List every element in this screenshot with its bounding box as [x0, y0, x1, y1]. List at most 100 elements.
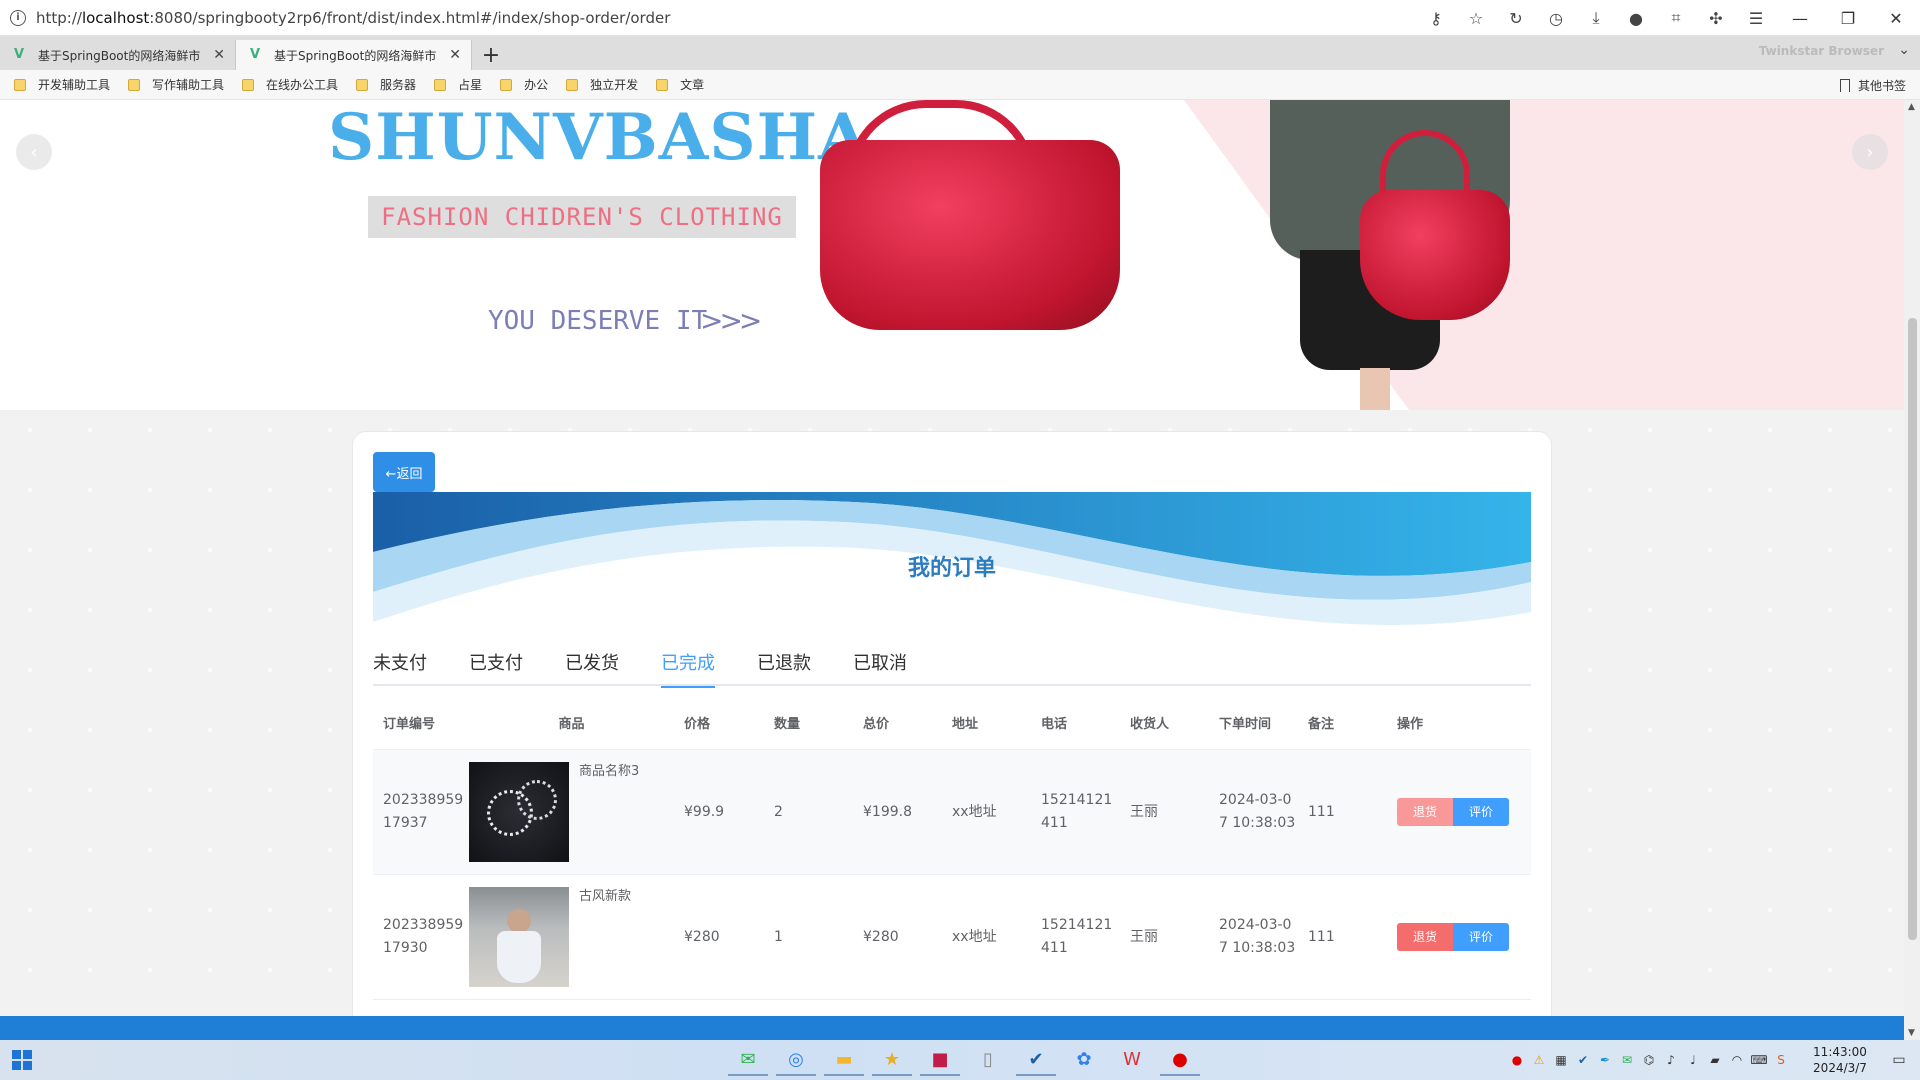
- bookmark-icon: [1839, 78, 1850, 92]
- site-info-icon[interactable]: i: [10, 9, 26, 26]
- handbag-image: [820, 140, 1120, 330]
- goods-image[interactable]: [469, 762, 569, 862]
- wps-icon[interactable]: W: [1112, 1044, 1152, 1076]
- tab-shipped[interactable]: 已发货: [565, 646, 619, 686]
- tab-unpaid[interactable]: 未支付: [373, 646, 427, 686]
- browser-tab-1[interactable]: V 基于SpringBoot的网络海鲜市 ✕: [0, 40, 236, 70]
- page-title: 我的订单: [907, 556, 996, 581]
- address: xx地址: [952, 803, 997, 820]
- scrollbar-thumb[interactable]: [1908, 318, 1917, 940]
- actions-cell: 退货 评价: [1387, 798, 1527, 826]
- scroll-down-icon[interactable]: ▼: [1908, 1028, 1915, 1038]
- carousel-prev-button[interactable]: ‹: [16, 134, 52, 170]
- crop-icon[interactable]: ⌗: [1656, 0, 1696, 36]
- twinkstar-icon[interactable]: ★: [872, 1044, 912, 1076]
- feather-tray-icon[interactable]: ✒: [1594, 1053, 1616, 1067]
- refund-button[interactable]: 退货: [1397, 923, 1453, 951]
- tab-close-icon[interactable]: ✕: [213, 47, 225, 63]
- title-banner: 我的订单: [373, 492, 1531, 640]
- ime-icon[interactable]: ⌨: [1748, 1053, 1770, 1067]
- folder-tray-icon[interactable]: ▰: [1704, 1053, 1726, 1067]
- wechat-tray-icon[interactable]: ✉: [1616, 1053, 1638, 1067]
- volume-icon[interactable]: ♪: [1660, 1053, 1682, 1067]
- refund-button[interactable]: 退货: [1397, 798, 1453, 826]
- record-icon[interactable]: ●: [1160, 1044, 1200, 1076]
- warning-tray-icon[interactable]: ⚠: [1528, 1053, 1550, 1067]
- bookmark-folder[interactable]: 开发辅助工具: [14, 76, 110, 93]
- vscode-icon[interactable]: ✔: [1016, 1044, 1056, 1076]
- download-icon[interactable]: ⤓: [1576, 0, 1616, 36]
- receiver: 王丽: [1130, 803, 1158, 820]
- col-total: 总价: [863, 717, 890, 732]
- sougou-icon[interactable]: S: [1770, 1053, 1792, 1067]
- folder-icon: [128, 78, 141, 91]
- bookmark-folder[interactable]: 文章: [656, 76, 704, 93]
- restore-icon[interactable]: ❐: [1824, 0, 1872, 36]
- col-receiver: 收货人: [1130, 717, 1170, 732]
- bookmark-folder[interactable]: 独立开发: [566, 76, 638, 93]
- actions-cell: 退货 评价: [1387, 923, 1527, 951]
- col-qty: 数量: [774, 717, 801, 732]
- taskbar-clock[interactable]: 11:43:00 2024/3/7: [1800, 1044, 1880, 1076]
- rate-button[interactable]: 评价: [1453, 923, 1509, 951]
- rate-button[interactable]: 评价: [1453, 798, 1509, 826]
- other-bookmarks[interactable]: 其他书签: [1839, 70, 1906, 100]
- bookmark-folder[interactable]: 占星: [434, 76, 482, 93]
- bookmark-folder[interactable]: 在线办公工具: [242, 76, 338, 93]
- notepad-icon[interactable]: ▯: [968, 1044, 1008, 1076]
- banner-tagline: YOU DESERVE IT: [488, 306, 708, 336]
- avatar-icon[interactable]: ●: [1616, 0, 1656, 36]
- order-time: 2024-03-07 10:38:03: [1219, 792, 1296, 831]
- browser-app-icon[interactable]: ◎: [776, 1044, 816, 1076]
- url-field[interactable]: http://localhost:8080/springbooty2rp6/fr…: [36, 9, 670, 27]
- tab-title: 基于SpringBoot的网络海鲜市: [38, 48, 201, 63]
- intellij-icon[interactable]: ■: [920, 1044, 960, 1076]
- reload-icon[interactable]: ↻: [1496, 0, 1536, 36]
- folder-icon: [434, 78, 447, 91]
- bookmark-folder[interactable]: 服务器: [356, 76, 416, 93]
- price: ¥99.9: [684, 803, 725, 820]
- bookmark-folder[interactable]: 写作辅助工具: [128, 76, 224, 93]
- windows-start-icon[interactable]: [12, 1050, 32, 1070]
- tab-cancelled[interactable]: 已取消: [853, 646, 907, 686]
- wechat-icon[interactable]: ✉: [728, 1044, 768, 1076]
- microphone-icon[interactable]: ♩: [1682, 1053, 1704, 1067]
- check-tray-icon[interactable]: ✔: [1572, 1053, 1594, 1067]
- receiver: 王丽: [1130, 928, 1158, 945]
- record-tray-icon[interactable]: ●: [1506, 1053, 1528, 1067]
- order-status-tabs: 未支付 已支付 已发货 已完成 已退款 已取消: [373, 646, 1531, 688]
- notification-icon[interactable]: ▭: [1888, 1052, 1910, 1068]
- tab-close-icon[interactable]: ✕: [449, 47, 461, 63]
- back-button[interactable]: ←返回: [373, 452, 435, 492]
- extension-icon[interactable]: ✣: [1696, 0, 1736, 36]
- scroll-up-icon[interactable]: ▲: [1908, 102, 1915, 112]
- tab-refunded[interactable]: 已退款: [757, 646, 811, 686]
- col-address: 地址: [952, 717, 979, 732]
- browser-tab-2[interactable]: V 基于SpringBoot的网络海鲜市 ✕: [236, 40, 472, 70]
- goods-cell: 商品名称3: [469, 762, 674, 862]
- history-icon[interactable]: ◷: [1536, 0, 1576, 36]
- menu-icon[interactable]: ☰: [1736, 0, 1776, 36]
- vertical-scrollbar[interactable]: ▲ ▼: [1904, 100, 1920, 1040]
- chevron-down-icon[interactable]: ⌄: [1898, 42, 1910, 58]
- url-rest: :8080/springbooty2rp6/front/dist/index.h…: [149, 8, 671, 27]
- bookmark-folder[interactable]: 办公: [500, 76, 548, 93]
- grid-tray-icon[interactable]: ▦: [1550, 1053, 1572, 1067]
- key-icon[interactable]: ⚷: [1416, 0, 1456, 36]
- folder-icon: [242, 78, 255, 91]
- network-tray-icon[interactable]: ⌬: [1638, 1053, 1660, 1067]
- wifi-icon[interactable]: ◠: [1726, 1053, 1748, 1067]
- file-explorer-icon[interactable]: ▬: [824, 1044, 864, 1076]
- new-tab-icon[interactable]: +: [476, 40, 506, 70]
- bookmarks-bar: 开发辅助工具 写作辅助工具 在线办公工具 服务器 占星 办公 独立开发 文章 其…: [0, 70, 1920, 100]
- carousel-next-button[interactable]: ›: [1852, 134, 1888, 170]
- goods-image[interactable]: [469, 887, 569, 987]
- model-leg: [1360, 368, 1390, 410]
- network-app-icon[interactable]: ✿: [1064, 1044, 1104, 1076]
- close-window-icon[interactable]: ✕: [1872, 0, 1920, 36]
- tab-completed[interactable]: 已完成: [661, 646, 715, 688]
- minimize-icon[interactable]: —: [1776, 0, 1824, 36]
- star-icon[interactable]: ☆: [1456, 0, 1496, 36]
- tab-paid[interactable]: 已支付: [469, 646, 523, 686]
- order-id: 20233895917937: [383, 792, 464, 831]
